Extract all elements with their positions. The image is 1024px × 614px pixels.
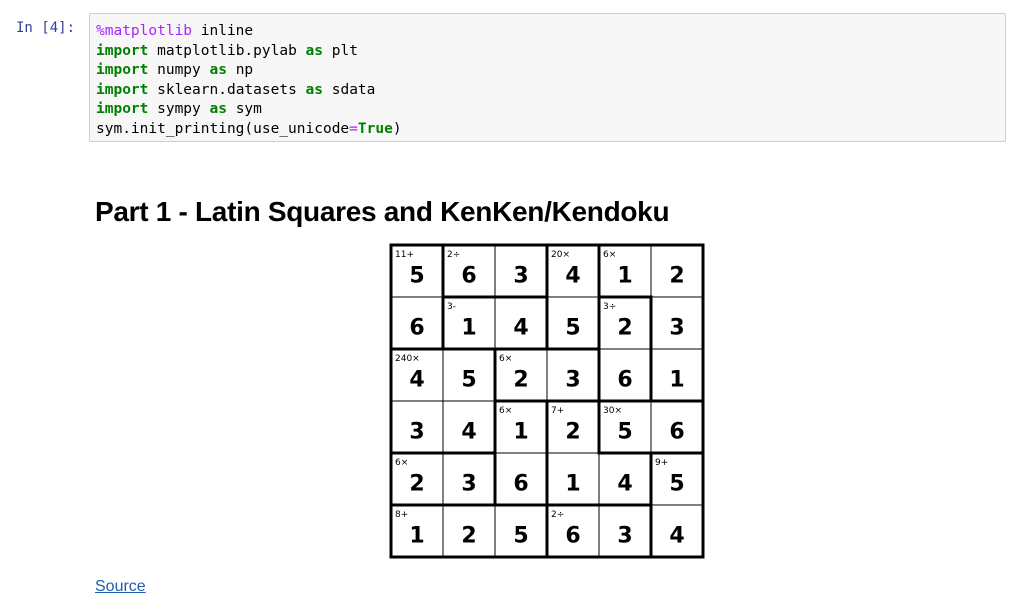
cell-value: 6 xyxy=(461,263,476,288)
code-cell-input[interactable]: %matplotlib inline import matplotlib.pyla… xyxy=(89,13,1006,142)
code-line: sym.init_printing(use_unicode=True) xyxy=(96,120,1005,140)
code-token: %matplotlib xyxy=(96,23,193,39)
code-token: plt xyxy=(323,42,358,59)
code-token: as xyxy=(209,101,227,117)
code-line: import sklearn.datasets as sdata xyxy=(96,81,1005,101)
cage-clue: 6× xyxy=(603,250,616,260)
code-token: True xyxy=(357,120,393,137)
code-token: np xyxy=(226,62,254,78)
cell-value: 4 xyxy=(565,263,580,288)
code-token: sym xyxy=(226,101,262,117)
cage-clue: 3÷ xyxy=(603,302,616,312)
code-token: import xyxy=(96,62,149,78)
cage-clue: 7+ xyxy=(551,406,564,416)
cage-clue: 9+ xyxy=(655,458,668,468)
cell-value: 2 xyxy=(565,419,580,444)
cage-clue: 240× xyxy=(395,354,420,364)
cell-value: 1 xyxy=(461,315,476,340)
code-token: as xyxy=(305,81,323,98)
code-token: import xyxy=(96,101,149,117)
cell-value: 3 xyxy=(617,523,632,548)
cage-clue: 6× xyxy=(499,406,512,416)
cell-value: 2 xyxy=(461,523,476,548)
cell-value: 4 xyxy=(461,419,476,444)
cell-value: 5 xyxy=(617,419,632,444)
code-line: import matplotlib.pylab as plt xyxy=(96,42,1005,62)
code-token: inline xyxy=(192,23,254,39)
cell-value: 2 xyxy=(409,471,424,496)
cell-value: 4 xyxy=(617,471,632,496)
cage-clue: 6× xyxy=(499,354,512,364)
cell-value: 5 xyxy=(669,471,684,496)
cell-prompt: In [4]: xyxy=(16,20,76,36)
code-line: %matplotlib inline xyxy=(96,22,1005,42)
cell-value: 3 xyxy=(409,419,424,444)
cage-clue: 2÷ xyxy=(447,250,460,260)
source-link[interactable]: Source xyxy=(95,578,146,596)
cell-value: 5 xyxy=(461,367,476,392)
cell-value: 4 xyxy=(669,523,684,548)
cell-value: 6 xyxy=(409,315,424,340)
cell-value: 1 xyxy=(513,419,528,444)
code-token: as xyxy=(209,62,227,78)
code-line: import sympy as sym xyxy=(96,100,1005,120)
cell-value: 6 xyxy=(513,471,528,496)
code-token: = xyxy=(349,120,358,137)
cell-value: 3 xyxy=(669,315,684,340)
code-token: sympy xyxy=(148,101,210,117)
cell-value: 1 xyxy=(565,471,580,496)
cell-value: 5 xyxy=(513,523,528,548)
cell-value: 1 xyxy=(409,523,424,548)
cage-clue: 30× xyxy=(603,406,622,416)
cell-value: 3 xyxy=(565,367,580,392)
code-token: sklearn.datasets xyxy=(148,81,306,98)
code-token: sdata xyxy=(323,81,376,98)
page-title: Part 1 - Latin Squares and KenKen/Kendok… xyxy=(95,196,670,227)
code-token: as xyxy=(305,42,323,59)
cell-value: 6 xyxy=(565,523,580,548)
code-token: import xyxy=(96,42,149,59)
cell-value: 1 xyxy=(669,367,684,392)
cage-clue: 8+ xyxy=(395,510,408,520)
cage-clue: 20× xyxy=(551,250,570,260)
cage-clue: 6× xyxy=(395,458,408,468)
code-token: sym.init_printing(use_unicode xyxy=(96,120,350,137)
cage-clue: 11+ xyxy=(395,250,414,260)
cell-value: 5 xyxy=(409,263,424,288)
cell-value: 6 xyxy=(669,419,684,444)
code-token: matplotlib.pylab xyxy=(148,42,306,59)
cell-value: 2 xyxy=(617,315,632,340)
cell-value: 2 xyxy=(513,367,528,392)
code-token: ) xyxy=(392,120,402,137)
cage-clue: 3- xyxy=(447,302,456,312)
cell-value: 4 xyxy=(513,315,528,340)
cell-value: 1 xyxy=(617,263,632,288)
code-token: numpy xyxy=(148,62,210,78)
code-token: import xyxy=(96,81,149,98)
code-line: import numpy as np xyxy=(96,61,1005,81)
cell-value: 5 xyxy=(565,315,580,340)
cell-value: 3 xyxy=(461,471,476,496)
cell-value: 3 xyxy=(513,263,528,288)
cell-value: 6 xyxy=(617,367,632,392)
kenken-puzzle-image: 5 6 3 4 1 2 6 1 4 5 2 3 4 5 2 3 6 1 3 4 1 2 5 6 2 3 6 1 4 5 1 2 5 6 3 4 11+ 2… xyxy=(389,243,705,559)
cage-clue: 2÷ xyxy=(551,510,564,520)
cell-value: 2 xyxy=(669,263,684,288)
cell-value: 4 xyxy=(409,367,424,392)
